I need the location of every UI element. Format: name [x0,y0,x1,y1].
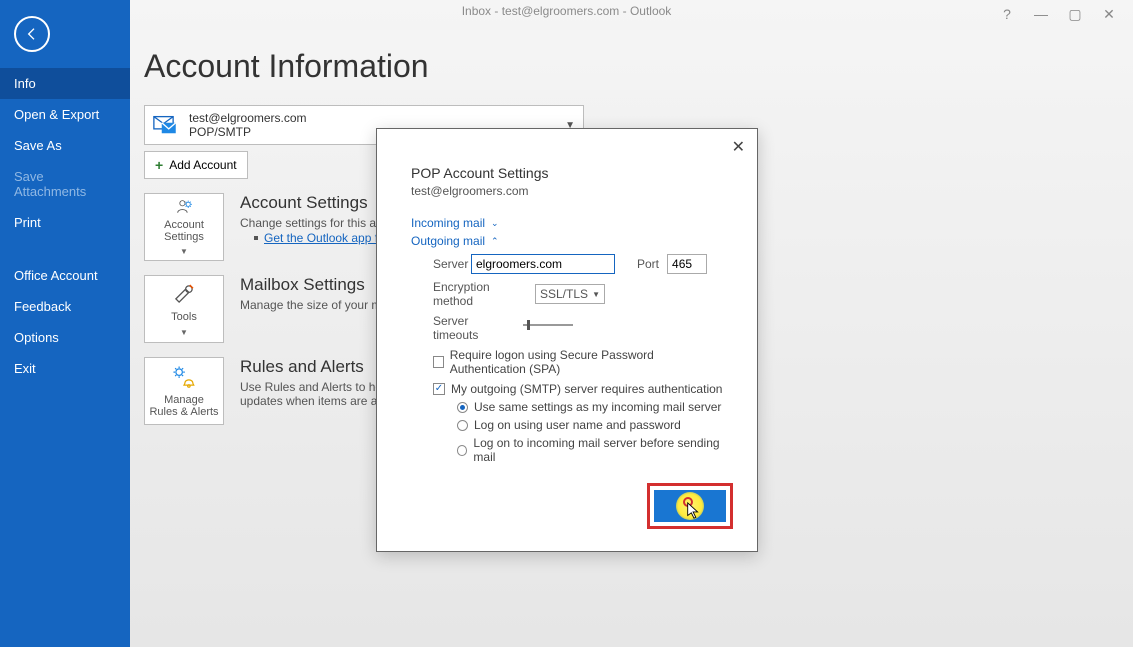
radio-logon-label: Log on using user name and password [474,418,681,432]
rules-alerts-tile[interactable]: Manage Rules & Alerts [144,357,224,425]
smtp-auth-label: My outgoing (SMTP) server requires authe… [451,382,722,396]
encryption-select[interactable]: SSL/TLS ▼ [535,284,605,304]
dialog-title: POP Account Settings [411,165,727,181]
back-button[interactable] [14,16,50,52]
outgoing-mail-section-toggle[interactable]: Outgoing mail ⌃ [411,234,727,248]
sidebar-item-save-as[interactable]: Save As [0,130,130,161]
highlighted-next-area [647,483,733,529]
radio-incoming-first[interactable] [457,445,467,456]
pop-account-settings-dialog: ✕ POP Account Settings test@elgroomers.c… [376,128,758,552]
radio-same-label: Use same settings as my incoming mail se… [474,400,721,414]
incoming-mail-section-toggle[interactable]: Incoming mail ⌄ [411,216,727,230]
radio-same-settings[interactable] [457,402,468,413]
sidebar-item-office-account[interactable]: Office Account [0,260,130,291]
plus-icon: + [155,157,163,173]
account-settings-tile[interactable]: Account Settings ▼ [144,193,224,261]
sidebar-item-options[interactable]: Options [0,322,130,353]
chevron-down-icon: ⌄ [491,218,499,229]
server-input[interactable] [471,254,615,274]
dialog-close-button[interactable]: ✕ [732,137,745,157]
tile-label: Tools [171,311,197,323]
timeouts-label: Server timeouts [433,314,511,342]
encryption-value: SSL/TLS [540,287,588,301]
radio-logon[interactable] [457,420,468,431]
port-input[interactable] [667,254,707,274]
timeouts-slider[interactable] [523,324,573,326]
encryption-label: Encryption method [433,280,527,308]
tools-icon [171,281,197,307]
chevron-down-icon: ▼ [592,290,600,299]
arrow-left-icon [24,26,40,42]
add-account-button[interactable]: + Add Account [144,151,248,179]
tools-tile[interactable]: Tools ▼ [144,275,224,343]
add-account-label: Add Account [169,158,236,172]
sidebar-item-feedback[interactable]: Feedback [0,291,130,322]
rules-bell-icon [171,364,197,390]
radio-incoming-first-label: Log on to incoming mail server before se… [473,436,727,464]
cursor-icon [686,502,702,520]
bullet-icon [254,236,258,240]
smtp-auth-checkbox[interactable] [433,383,445,395]
sidebar-item-open-export[interactable]: Open & Export [0,99,130,130]
tile-label: Manage Rules & Alerts [149,394,219,418]
tile-label: Account Settings [149,219,219,243]
spa-label: Require logon using Secure Password Auth… [450,348,727,376]
spa-checkbox[interactable] [433,356,444,368]
chevron-up-icon: ⌃ [491,236,499,247]
chevron-down-icon: ▼ [180,247,188,256]
incoming-mail-label: Incoming mail [411,216,485,230]
account-type: POP/SMTP [189,125,307,139]
outgoing-mail-label: Outgoing mail [411,234,485,248]
window-title: Inbox - test@elgroomers.com - Outlook [0,0,1133,20]
backstage-sidebar: Info Open & Export Save As Save Attachme… [0,0,130,647]
sidebar-item-exit[interactable]: Exit [0,353,130,384]
mail-account-icon [153,114,181,136]
next-button[interactable] [654,490,726,522]
sidebar-item-info[interactable]: Info [0,68,130,99]
dialog-subtitle: test@elgroomers.com [411,184,727,198]
server-label: Server [433,257,463,271]
page-title: Account Information [144,48,1133,85]
account-email: test@elgroomers.com [189,111,307,125]
user-gear-icon [171,198,197,215]
port-label: Port [637,257,659,271]
chevron-down-icon: ▼ [180,328,188,337]
sidebar-item-save-attachments: Save Attachments [0,161,130,207]
sidebar-item-print[interactable]: Print [0,207,130,238]
